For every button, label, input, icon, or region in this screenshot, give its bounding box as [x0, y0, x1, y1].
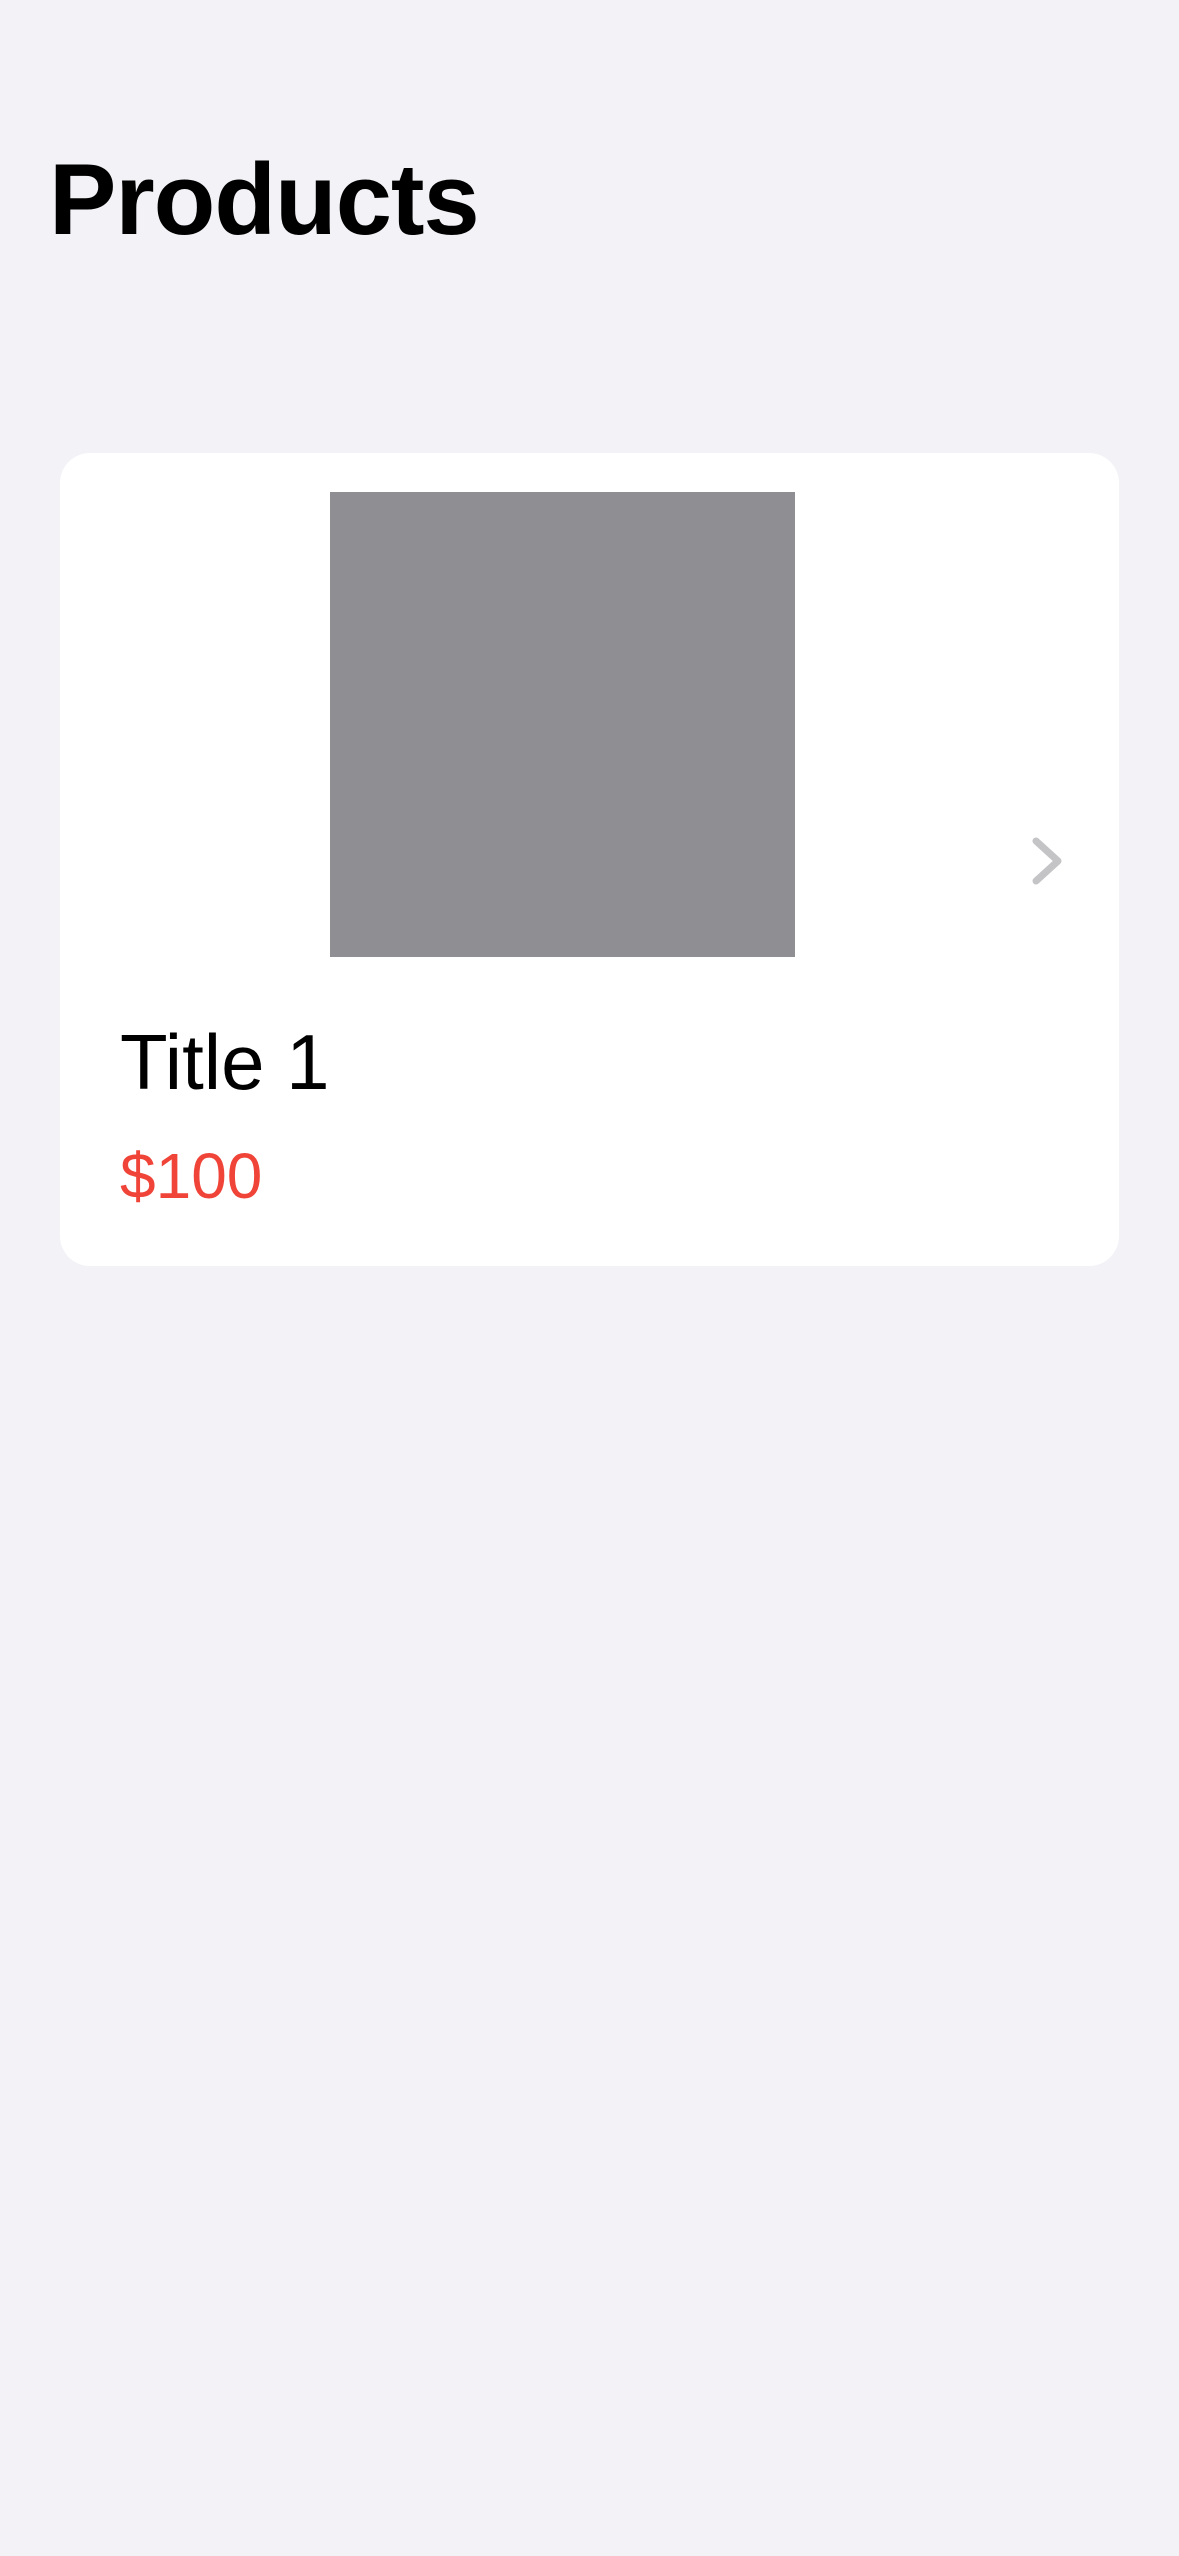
product-price: $100	[120, 1140, 263, 1212]
product-title: Title 1	[120, 1018, 330, 1106]
product-list: Title 1 $100	[60, 453, 1119, 1266]
page-title: Products	[49, 144, 480, 256]
chevron-right-icon	[1032, 837, 1062, 885]
product-image	[330, 492, 795, 957]
product-card[interactable]: Title 1 $100	[60, 453, 1119, 1266]
